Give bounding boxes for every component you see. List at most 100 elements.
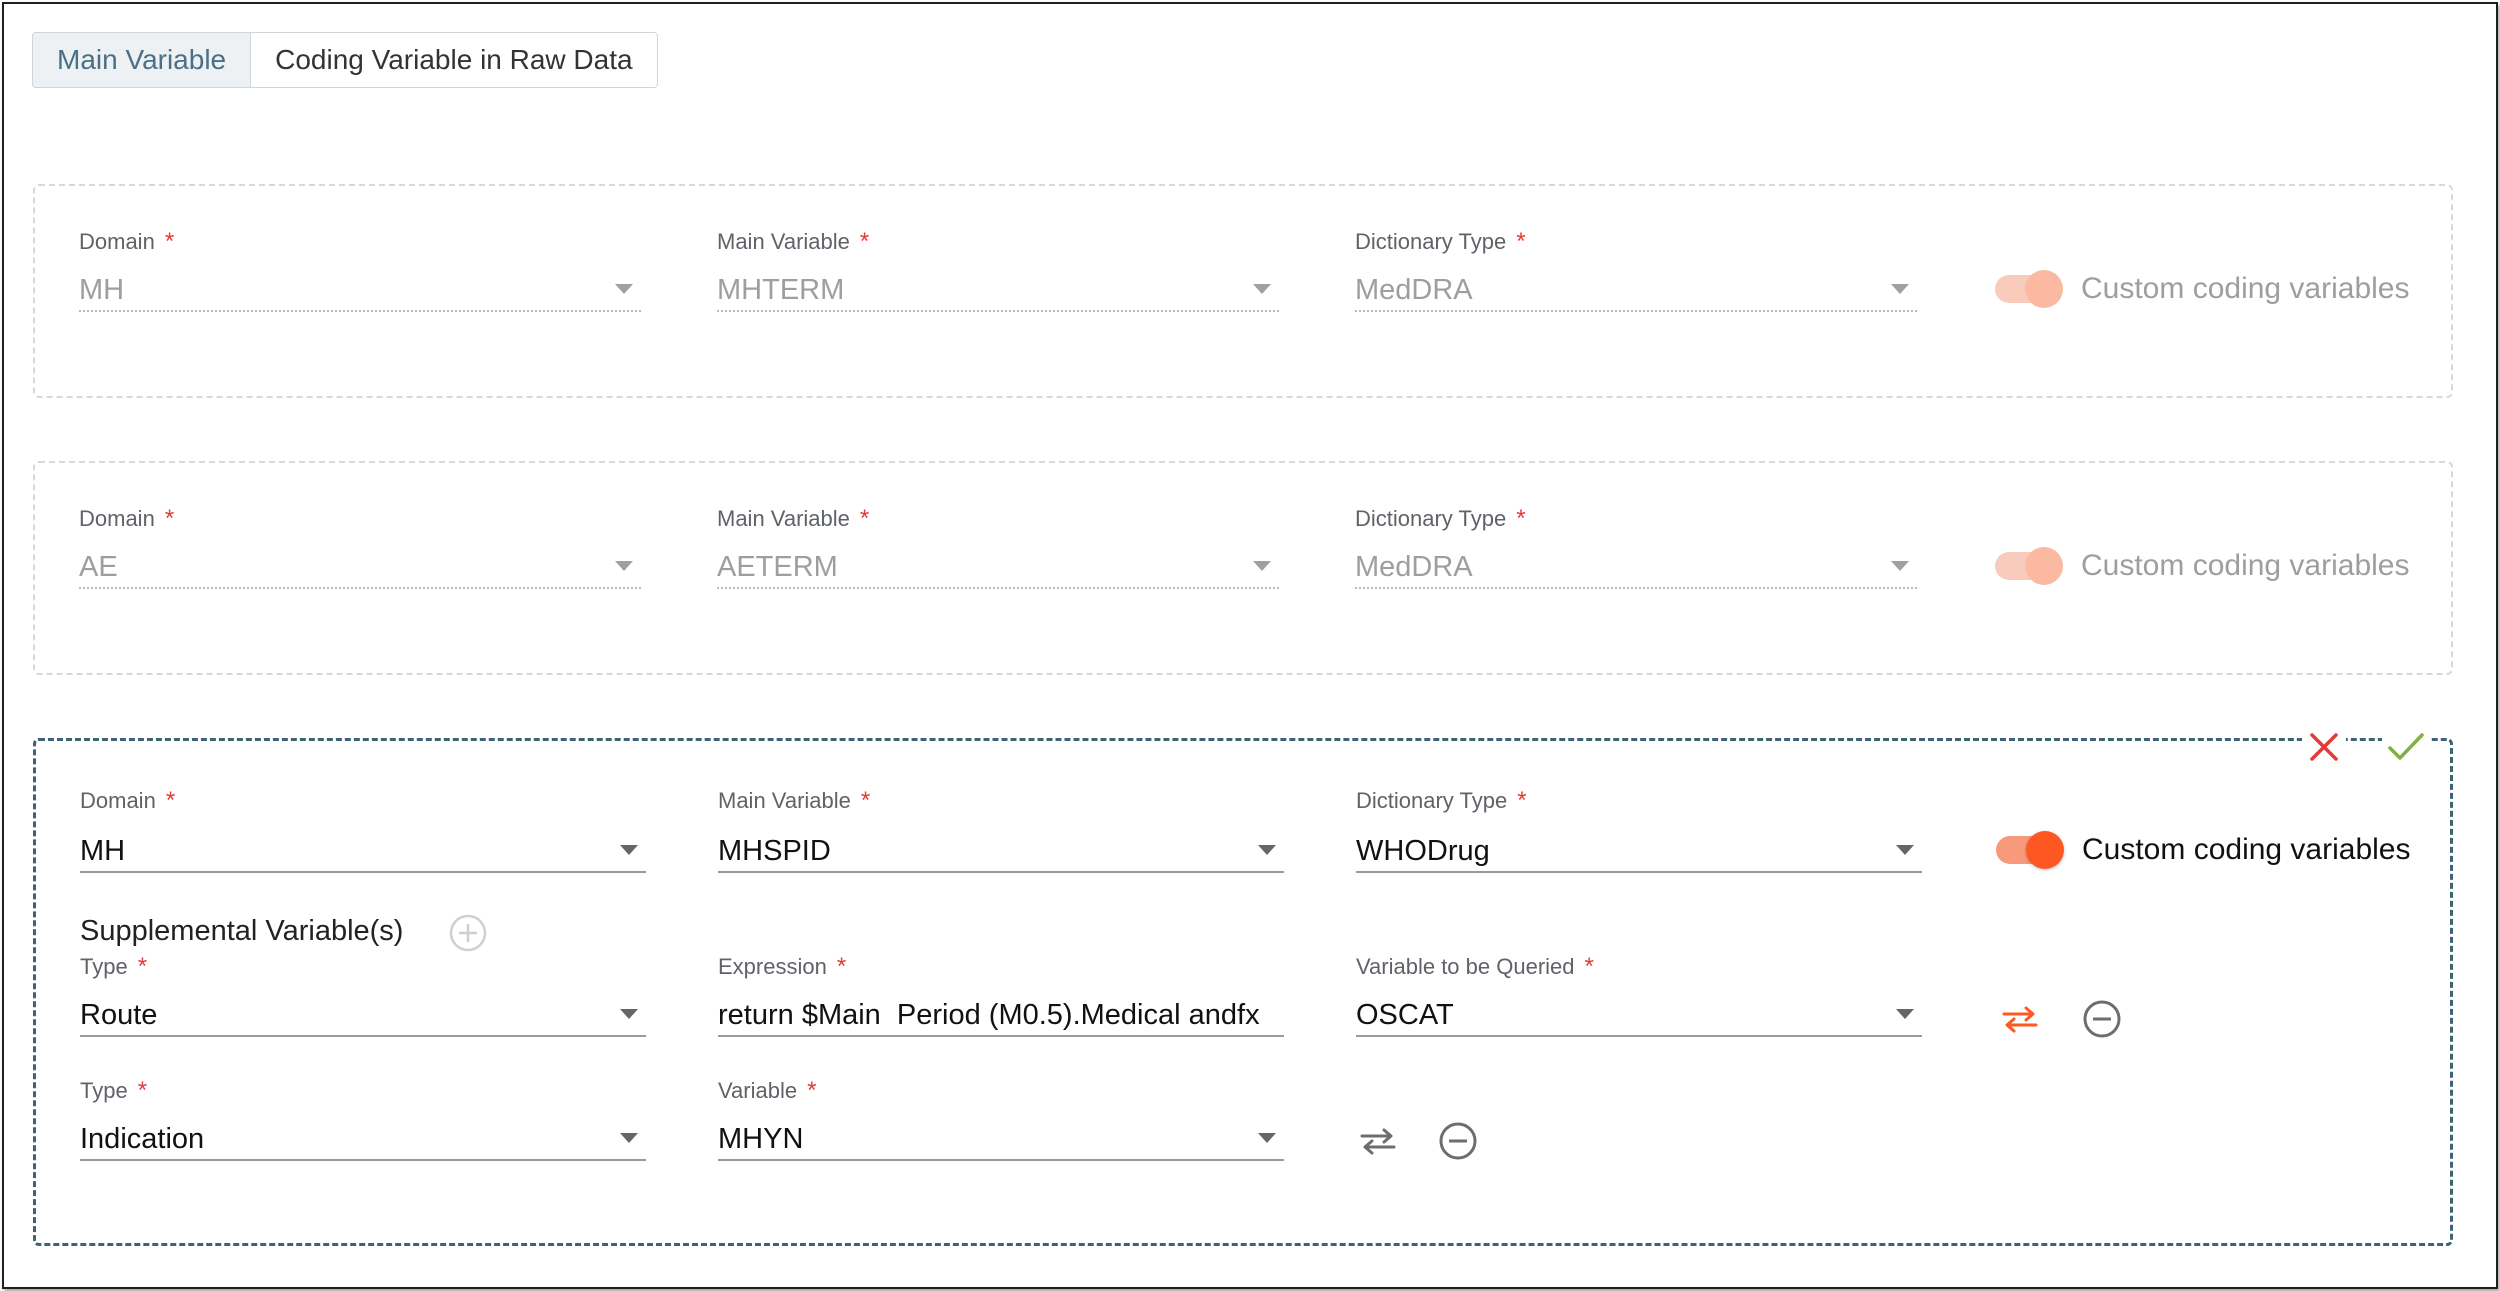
variable-to-be-queried-field[interactable]: Variable to be Queried * OSCAT xyxy=(1356,953,1922,1043)
main-variable-label: Main Variable * xyxy=(717,228,1279,256)
dictionary-type-label: Dictionary Type * xyxy=(1356,787,1922,815)
domain-label-text: Domain xyxy=(80,788,156,813)
tab-main-variable[interactable]: Main Variable xyxy=(33,33,252,87)
supp-type-value: Indication xyxy=(80,1122,205,1155)
supp-type-label-text: Type xyxy=(80,954,128,979)
check-icon[interactable] xyxy=(2382,725,2430,769)
main-variable-field[interactable]: Main Variable * MHSPID xyxy=(718,787,1284,877)
coding-card-2: Domain * AE Main Variable * AETERM Diction… xyxy=(33,461,2453,675)
supp-type-label-text: Type xyxy=(80,1078,128,1103)
supp-type-label: Type * xyxy=(80,953,646,981)
tab-coding-variable-raw-data[interactable]: Coding Variable in Raw Data xyxy=(251,33,657,87)
chevron-down-icon xyxy=(1253,561,1271,571)
dictionary-type-label: Dictionary Type * xyxy=(1355,228,1917,256)
dictionary-type-select[interactable]: MedDRA xyxy=(1355,270,1917,312)
required-asterisk: * xyxy=(137,953,148,980)
main-variable-select[interactable]: AETERM xyxy=(717,547,1279,589)
main-variable-field[interactable]: Main Variable * MHTERM xyxy=(717,228,1279,318)
variable-to-be-queried-label-text: Variable to be Queried xyxy=(1356,954,1575,979)
toggle-thumb[interactable] xyxy=(2025,270,2063,308)
main-variable-label-text: Main Variable xyxy=(717,229,850,254)
custom-coding-toggle[interactable]: Custom coding variables xyxy=(1996,831,2411,869)
dictionary-type-select[interactable]: MedDRA xyxy=(1355,547,1917,589)
chevron-down-icon xyxy=(1891,284,1909,294)
supp-type-field[interactable]: Type * Indication xyxy=(80,1077,646,1167)
variable-label: Variable * xyxy=(718,1077,1284,1105)
dictionary-type-select[interactable]: WHODrug xyxy=(1356,831,1922,873)
domain-value: AE xyxy=(79,550,118,583)
chevron-down-icon xyxy=(1253,284,1271,294)
toggle-thumb[interactable] xyxy=(2026,831,2064,869)
variable-select[interactable]: MHYN xyxy=(718,1119,1284,1161)
toggle-label: Custom coding variables xyxy=(2081,549,2410,582)
variable-value: MHYN xyxy=(718,1122,804,1155)
dictionary-type-label: Dictionary Type * xyxy=(1355,505,1917,533)
swap-icon[interactable] xyxy=(1996,999,2044,1039)
supp-type-field[interactable]: Type * Route xyxy=(80,953,646,1043)
supp-type-select[interactable]: Route xyxy=(80,995,646,1037)
toggle-track[interactable] xyxy=(1996,831,2064,869)
chevron-down-icon xyxy=(615,561,633,571)
domain-select[interactable]: MH xyxy=(80,831,646,873)
expression-input[interactable]: return $Main Period (M0.5).Medical andfx xyxy=(718,995,1284,1037)
dictionary-type-value: WHODrug xyxy=(1356,834,1490,867)
toggle-track[interactable] xyxy=(1995,270,2063,308)
main-variable-select[interactable]: MHSPID xyxy=(718,831,1284,873)
required-asterisk: * xyxy=(860,787,871,814)
variable-to-be-queried-select[interactable]: OSCAT xyxy=(1356,995,1922,1037)
expression-field[interactable]: Expression * return $Main Period (M0.5).M… xyxy=(718,953,1284,1043)
chevron-down-icon xyxy=(1896,845,1914,855)
remove-circle-icon[interactable] xyxy=(1436,1119,1480,1163)
required-asterisk: * xyxy=(137,1077,148,1104)
chevron-down-icon xyxy=(1258,845,1276,855)
supp-type-label: Type * xyxy=(80,1077,646,1105)
domain-select[interactable]: AE xyxy=(79,547,641,589)
main-variable-select[interactable]: MHTERM xyxy=(717,270,1279,312)
toggle-track[interactable] xyxy=(1995,547,2063,585)
main-variable-value: MHSPID xyxy=(718,834,831,867)
swap-icon[interactable] xyxy=(1354,1121,1402,1161)
window-frame: Main Variable Coding Variable in Raw Dat… xyxy=(2,2,2498,1289)
supplemental-variables-title: Supplemental Variable(s) xyxy=(80,915,404,947)
tab-bar: Main Variable Coding Variable in Raw Dat… xyxy=(32,32,658,88)
variable-to-be-queried-label: Variable to be Queried * xyxy=(1356,953,1922,981)
custom-coding-toggle[interactable]: Custom coding variables xyxy=(1995,547,2410,585)
coding-card-editing: Domain * MH Main Variable * MHSPID Diction… xyxy=(33,725,2453,1246)
remove-circle-icon[interactable] xyxy=(2080,997,2124,1041)
chevron-down-icon xyxy=(1891,561,1909,571)
domain-label-text: Domain xyxy=(79,229,155,254)
custom-coding-toggle[interactable]: Custom coding variables xyxy=(1995,270,2410,308)
variable-field[interactable]: Variable * MHYN xyxy=(718,1077,1284,1167)
domain-select[interactable]: MH xyxy=(79,270,641,312)
add-circle-icon[interactable] xyxy=(446,911,490,955)
chevron-down-icon xyxy=(1258,1133,1276,1143)
domain-label-text: Domain xyxy=(79,506,155,531)
dictionary-type-field[interactable]: Dictionary Type * MedDRA xyxy=(1355,228,1917,318)
required-asterisk: * xyxy=(1584,953,1594,980)
dictionary-type-field[interactable]: Dictionary Type * WHODrug xyxy=(1356,787,1922,877)
domain-field[interactable]: Domain * AE xyxy=(79,505,641,595)
dictionary-type-value: MedDRA xyxy=(1355,273,1473,306)
dictionary-type-field[interactable]: Dictionary Type * MedDRA xyxy=(1355,505,1917,595)
required-asterisk: * xyxy=(1516,228,1526,255)
domain-value: MH xyxy=(80,834,126,867)
dictionary-type-label-text: Dictionary Type xyxy=(1355,229,1507,254)
supp-type-value: Route xyxy=(80,998,158,1031)
main-variable-label: Main Variable * xyxy=(718,787,1284,815)
main-variable-field[interactable]: Main Variable * AETERM xyxy=(717,505,1279,595)
required-asterisk: * xyxy=(807,1077,817,1104)
toggle-thumb[interactable] xyxy=(2025,547,2063,585)
domain-label: Domain * xyxy=(79,228,641,256)
main-variable-value: MHTERM xyxy=(717,273,845,306)
domain-label: Domain * xyxy=(80,787,646,815)
dictionary-type-value: MedDRA xyxy=(1355,550,1473,583)
supp-type-select[interactable]: Indication xyxy=(80,1119,646,1161)
expression-label-text: Expression xyxy=(718,954,827,979)
domain-field[interactable]: Domain * MH xyxy=(79,228,641,318)
main-variable-label-text: Main Variable xyxy=(718,788,851,813)
coding-card-1: Domain * MH Main Variable * MHTERM Diction… xyxy=(33,184,2453,398)
close-icon[interactable] xyxy=(2302,725,2346,769)
domain-value: MH xyxy=(79,273,125,306)
required-asterisk: * xyxy=(836,953,847,980)
domain-field[interactable]: Domain * MH xyxy=(80,787,646,877)
